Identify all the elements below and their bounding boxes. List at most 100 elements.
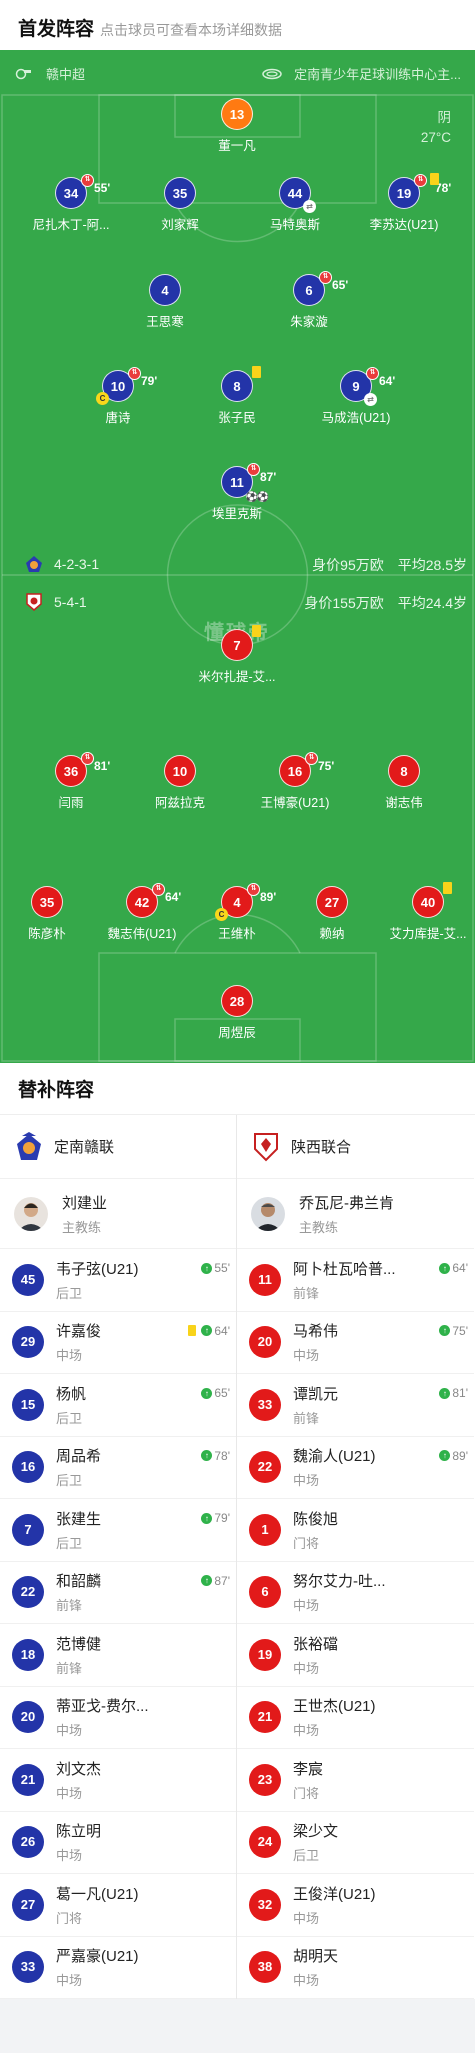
bench-player-row[interactable]: 29 许嘉俊 中场 ↑ 64': [0, 1312, 236, 1374]
player-position: 中场: [56, 1723, 83, 1739]
bench-player-row[interactable]: 15 杨帆 后卫 ↑ 65': [0, 1374, 236, 1437]
player-position: 中场: [293, 1473, 320, 1489]
player-position: 门将: [293, 1785, 320, 1801]
home-player[interactable]: 11 ⇅ 87' ⚽ ⚽ 埃里克斯: [182, 463, 292, 522]
goal-ball-icon: ⚽: [256, 492, 269, 503]
section-subtitle: 点击球员可查看本场详细数据: [100, 22, 283, 38]
substitution-icon: ⇅: [128, 367, 141, 380]
home-player[interactable]: 35 刘家辉: [125, 177, 235, 233]
player-number-badge: 10 ⇅ 79' C: [96, 367, 157, 405]
player-position: 中场: [293, 1723, 320, 1739]
bench-player-row[interactable]: 16 周品希 后卫 ↑ 78': [0, 1437, 236, 1499]
player-number-badge: 8: [388, 755, 420, 787]
bench-player-row[interactable]: 33 谭凯元 前锋 ↑ 81': [237, 1374, 474, 1437]
bench-player-row[interactable]: 26 陈立明 中场: [0, 1812, 236, 1874]
bench-player-info: 努尔艾力-吐... 中场: [293, 1570, 403, 1614]
player-position: 中场: [56, 1973, 83, 1989]
away-player[interactable]: 8 谢志伟: [349, 755, 459, 811]
home-player[interactable]: 44 ⇄ 马特奥斯: [240, 177, 350, 233]
home-player[interactable]: 34 ⇅ 55' 尼扎木丁-阿...: [16, 174, 126, 233]
bench-player-row[interactable]: 38 胡明天 中场: [237, 1937, 474, 1999]
away-formation: 5-4-1: [24, 593, 87, 611]
bench-player-row[interactable]: 6 努尔艾力-吐... 中场: [237, 1562, 474, 1624]
player-position: 门将: [56, 1910, 83, 1926]
sub-in-icon: ↑: [201, 1450, 213, 1461]
away-player[interactable]: 10 阿兹拉克: [125, 755, 235, 811]
page-footer: [0, 1999, 475, 2045]
bench-player-info: 刘文杰 中场: [56, 1758, 166, 1802]
player-number-badge: 6 ⇅ 65': [293, 271, 348, 306]
yellow-card-icon: [443, 882, 452, 894]
bench-player-row[interactable]: 27 葛一凡(U21) 门将: [0, 1874, 236, 1937]
home-player[interactable]: 19 ⇅ 78' 李苏达(U21): [349, 173, 459, 233]
away-team-row[interactable]: 陕西联合: [237, 1115, 474, 1179]
player-number-badge: 42 ⇅ 64': [126, 883, 181, 918]
away-player[interactable]: 7 米尔扎提-艾...: [182, 625, 292, 685]
player-number-badge: 4 ⇅ 89' C: [215, 883, 276, 921]
player-number-badge: 9 ⇅ 64' ⇄: [340, 367, 395, 406]
player-name: 王思寒: [146, 315, 184, 329]
away-coach-row[interactable]: 乔瓦尼-弗兰肯 主教练: [237, 1179, 474, 1249]
away-player[interactable]: 16 ⇅ 75' 王博豪(U21): [240, 752, 350, 811]
home-coach-row[interactable]: 刘建业 主教练: [0, 1179, 236, 1249]
bench-player-row[interactable]: 20 蒂亚戈-费尔... 中场: [0, 1687, 236, 1749]
player-name: 周煜辰: [218, 1026, 256, 1040]
player-name: 许嘉俊: [56, 1323, 102, 1341]
player-number: 16: [287, 764, 303, 779]
player-number-badge: 15: [12, 1388, 44, 1421]
bench-player-row[interactable]: 21 王世杰(U21) 中场: [237, 1687, 474, 1749]
sub-time: 75': [318, 759, 335, 773]
away-player[interactable]: 28 周煜辰: [182, 985, 292, 1041]
bench-player-row[interactable]: 24 梁少文 后卫: [237, 1812, 474, 1874]
home-player[interactable]: 8 张子民: [182, 366, 292, 426]
away-player[interactable]: 4 ⇅ 89' C 王维朴: [182, 883, 292, 942]
player-number-badge: 21: [12, 1763, 44, 1796]
bench-player-row[interactable]: 33 严嘉豪(U21) 中场: [0, 1937, 236, 1999]
bench-player-row[interactable]: 32 王俊洋(U21) 中场: [237, 1874, 474, 1937]
away-player[interactable]: 40 艾力库提-艾...: [373, 882, 475, 942]
player-position: 中场: [293, 1348, 320, 1364]
away-player[interactable]: 36 ⇅ 81' 闫雨: [16, 752, 126, 811]
bench-player-row[interactable]: 22 和韶麟 前锋 ↑ 87': [0, 1562, 236, 1624]
bench-player-row[interactable]: 22 魏渝人(U21) 中场 ↑ 89': [237, 1437, 474, 1499]
away-team-logo-icon: [26, 593, 42, 611]
home-player[interactable]: 4 王思寒: [110, 274, 220, 330]
player-position: 后卫: [56, 1535, 83, 1551]
away-player[interactable]: 27 赖纳: [277, 886, 387, 942]
bench-player-row[interactable]: 11 阿卜杜瓦哈普... 前锋 ↑ 64': [237, 1249, 474, 1312]
away-player[interactable]: 42 ⇅ 64' 魏志伟(U21): [87, 883, 197, 942]
player-name: 谢志伟: [385, 796, 423, 810]
bench-player-row[interactable]: 19 张裕礑 中场: [237, 1624, 474, 1687]
home-player[interactable]: 9 ⇅ 64' ⇄ 马成浩(U21): [301, 367, 411, 426]
player-name: 尼扎木丁-阿...: [32, 218, 110, 232]
player-position: 后卫: [56, 1285, 83, 1301]
player-number-badge: 32: [249, 1888, 281, 1921]
position-swap-icon: ⇄: [303, 200, 316, 213]
bench-player-info: 谭凯元 前锋: [293, 1383, 403, 1427]
player-name: 闫雨: [58, 796, 84, 810]
bench-player-row[interactable]: 18 范博健 前锋: [0, 1624, 236, 1687]
home-team-name: 定南赣联: [54, 1139, 115, 1156]
home-player[interactable]: 13 董一凡: [182, 98, 292, 154]
bench-player-row[interactable]: 45 韦子弦(U21) 后卫 ↑ 55': [0, 1249, 236, 1312]
player-number: 10: [172, 764, 188, 779]
bench-player-row[interactable]: 7 张建生 后卫 ↑ 79': [0, 1499, 236, 1562]
venue-info: 定南青少年足球训练中心主...: [262, 64, 461, 83]
player-number: 4: [233, 895, 241, 910]
player-name: 王博豪(U21): [260, 796, 330, 810]
home-player[interactable]: 10 ⇅ 79' C 唐诗: [63, 367, 173, 426]
player-number-badge: 19 ⇅ 78': [388, 173, 451, 209]
player-name: 周品希: [56, 1448, 102, 1466]
player-number-badge: 27: [316, 886, 348, 918]
player-name: 胡明天: [293, 1948, 339, 1966]
sub-in-time: 79': [214, 1511, 230, 1525]
home-player[interactable]: 6 ⇅ 65' 朱家漩: [254, 271, 364, 330]
player-number-badge: 40: [412, 882, 452, 918]
bench-player-row[interactable]: 23 李宸 门将: [237, 1749, 474, 1812]
away-value: 身价155万欧: [304, 595, 384, 611]
home-team-row[interactable]: 定南赣联: [0, 1115, 236, 1179]
bench-player-row[interactable]: 1 陈俊旭 门将: [237, 1499, 474, 1562]
bench-player-row[interactable]: 20 马希伟 中场 ↑ 75': [237, 1312, 474, 1374]
player-name: 韦子弦(U21): [56, 1260, 139, 1278]
bench-player-row[interactable]: 21 刘文杰 中场: [0, 1749, 236, 1812]
